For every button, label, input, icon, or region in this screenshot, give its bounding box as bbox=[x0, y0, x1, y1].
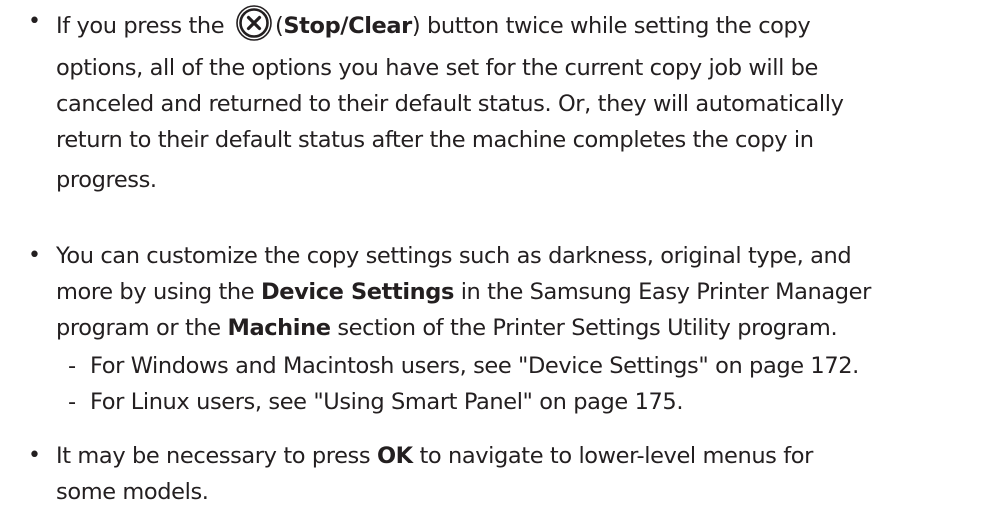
stop-clear-x-icon bbox=[236, 5, 272, 41]
bullet-marker: • bbox=[28, 443, 41, 468]
bullet-1-line-1: If you press the (Stop/Clear) button twi… bbox=[56, 4, 976, 44]
sub-item-dash: - bbox=[68, 353, 76, 379]
bullet-item-ok: It may be necessary to press OK to navig… bbox=[56, 438, 976, 510]
sub-item-windows-mac: For Windows and Macintosh users, see "De… bbox=[90, 353, 859, 379]
ok-label: OK bbox=[376, 443, 413, 469]
bullet-3-line-1: It may be necessary to press OK to navig… bbox=[56, 443, 813, 469]
bullet-2-line-1: You can customize the copy settings such… bbox=[56, 243, 852, 269]
bullet-1-line-2: options, all of the options you have set… bbox=[56, 55, 819, 81]
bullet-1-line-4: return to their default status after the… bbox=[56, 127, 814, 153]
bullet-1-line-3: canceled and returned to their default s… bbox=[56, 91, 844, 117]
bullet-marker: • bbox=[28, 9, 41, 34]
bullet-3-line-2: some models. bbox=[56, 479, 209, 505]
sub-item-linux: For Linux users, see "Using Smart Panel"… bbox=[90, 389, 684, 415]
sub-item-dash: - bbox=[68, 389, 76, 415]
bullet-item-customize: You can customize the copy settings such… bbox=[56, 238, 976, 346]
bullet-1-line-5: progress. bbox=[56, 167, 157, 193]
bullet-marker: • bbox=[28, 243, 41, 268]
bullet-item-stop-clear: If you press the (Stop/Clear) button twi… bbox=[56, 4, 976, 198]
bullet-2-line-2: more by using the Device Settings in the… bbox=[56, 279, 871, 305]
device-settings-label: Device Settings bbox=[261, 279, 454, 305]
stop-clear-label: Stop/Clear bbox=[283, 13, 412, 39]
bullet-2-line-3: program or the Machine section of the Pr… bbox=[56, 315, 838, 341]
machine-label: Machine bbox=[227, 315, 331, 341]
document-page: • If you press the (Stop/Clear) button t… bbox=[0, 0, 984, 522]
